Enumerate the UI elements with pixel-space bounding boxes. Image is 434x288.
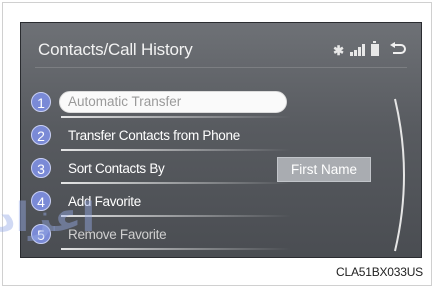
signal-icon	[350, 44, 365, 56]
header-divider	[35, 67, 407, 68]
screen-title: Contacts/Call History	[38, 40, 193, 59]
menu-item-automatic-transfer[interactable]: 1 Automatic Transfer	[21, 91, 351, 115]
menu-item-label: Transfer Contacts from Phone	[68, 128, 240, 143]
number-badge: 1	[31, 92, 51, 112]
row-separator	[61, 149, 291, 151]
row-separator	[61, 182, 291, 184]
menu-item-label: Sort Contacts By	[68, 161, 165, 176]
status-bar: ✱	[333, 41, 407, 59]
number-badge: 3	[31, 158, 51, 178]
bluetooth-icon: ✱	[333, 42, 344, 58]
menu-item-transfer-contacts[interactable]: 2 Transfer Contacts from Phone	[21, 124, 351, 148]
row-separator	[61, 248, 291, 250]
scroll-arc[interactable]	[391, 95, 415, 255]
watermark: اعزاد	[0, 195, 96, 241]
figure-frame: Contacts/Call History ✱ 1 Automatic Tran…	[0, 2, 432, 286]
figure-code: CLA51BX033US	[336, 265, 423, 279]
battery-icon	[371, 41, 379, 56]
menu-item-label: Automatic Transfer	[68, 94, 182, 109]
number-badge: 2	[31, 125, 51, 145]
back-arrow-icon[interactable]	[389, 42, 407, 58]
row-separator	[61, 215, 291, 217]
row-separator	[61, 116, 291, 118]
sort-value-box[interactable]: First Name	[277, 157, 371, 182]
